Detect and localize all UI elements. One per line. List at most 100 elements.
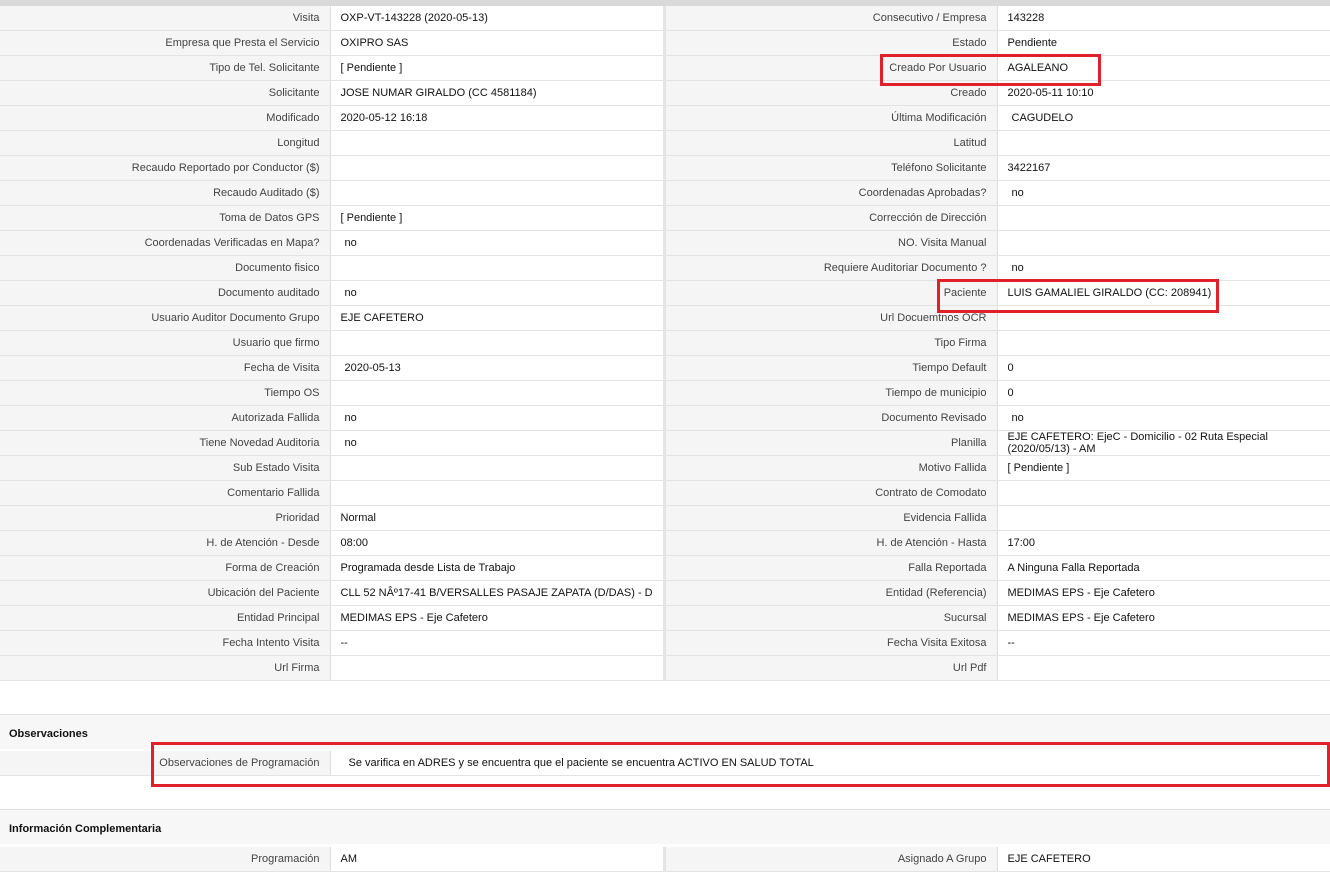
field-value bbox=[996, 480, 1330, 506]
field-value bbox=[329, 480, 663, 506]
field-label: Tiempo de municipio bbox=[666, 380, 997, 406]
field-label: Creado bbox=[666, 80, 997, 106]
field-label: Tiene Novedad Auditoria bbox=[0, 430, 330, 456]
field-value bbox=[329, 330, 663, 356]
field-value: AM bbox=[329, 847, 663, 872]
field-label: Solicitante bbox=[0, 80, 330, 106]
detail-row: H. de Atención - Desde 08:00 H. de Atenció… bbox=[0, 530, 1330, 556]
field-label: Recaudo Reportado por Conductor ($) bbox=[0, 155, 330, 181]
field-value: JOSE NUMAR GIRALDO (CC 4581184) bbox=[329, 80, 663, 106]
field-value: [ Pendiente ] bbox=[329, 205, 663, 231]
field-value bbox=[329, 130, 663, 156]
field-value bbox=[329, 155, 663, 181]
field-value: no bbox=[329, 230, 663, 256]
field-value: -- bbox=[329, 630, 663, 656]
detail-row: Comentario Fallida Contrato de Comodato bbox=[0, 480, 1330, 506]
field-label: H. de Atención - Desde bbox=[0, 530, 330, 556]
field-value: 143228 bbox=[996, 6, 1330, 31]
field-label: NO. Visita Manual bbox=[666, 230, 997, 256]
field-label: Fecha de Visita bbox=[0, 355, 330, 381]
detail-row: Forma de Creación Programada desde Lista … bbox=[0, 555, 1330, 581]
field-value: -- bbox=[996, 630, 1330, 656]
field-value: Pendiente bbox=[996, 30, 1330, 56]
observaciones-row: Observaciones de Programación Se varific… bbox=[0, 751, 1320, 776]
field-label: Recaudo Auditado ($) bbox=[0, 180, 330, 206]
field-value bbox=[329, 380, 663, 406]
field-label: Tipo Firma bbox=[666, 330, 997, 356]
field-value: CAGUDELO bbox=[996, 105, 1330, 131]
field-label: Sucursal bbox=[666, 605, 997, 631]
field-value: Programada desde Lista de Trabajo bbox=[329, 555, 663, 581]
field-label: Comentario Fallida bbox=[0, 480, 330, 506]
field-value: CLL 52 NÂº17-41 B/VERSALLES PASAJE ZAPAT… bbox=[329, 580, 663, 606]
field-value: LUIS GAMALIEL GIRALDO (CC: 208941) bbox=[996, 280, 1330, 306]
field-value: 08:00 bbox=[329, 530, 663, 556]
field-value bbox=[329, 180, 663, 206]
field-label: Url Docuemtnos OCR bbox=[666, 305, 997, 331]
field-value: OXP-VT-143228 (2020-05-13) bbox=[329, 6, 663, 31]
detail-row: Visita OXP-VT-143228 (2020-05-13) Consecut… bbox=[0, 6, 1330, 31]
observaciones-table: Observaciones de Programación Se varific… bbox=[0, 751, 1320, 776]
field-label: Coordenadas Aprobadas? bbox=[666, 180, 997, 206]
detail-row: Ubicación del Paciente CLL 52 NÂº17-41 B/… bbox=[0, 580, 1330, 606]
field-label: Visita bbox=[0, 6, 330, 31]
field-label: Entidad (Referencia) bbox=[666, 580, 997, 606]
detail-row: Fecha de Visita 2020-05-13 Tiempo Default 0 bbox=[0, 355, 1330, 381]
field-label: Corrección de Dirección bbox=[666, 205, 997, 231]
detail-row: Tiempo OS Tiempo de municipio 0 bbox=[0, 380, 1330, 406]
field-label: Ubicación del Paciente bbox=[0, 580, 330, 606]
field-value: 0 bbox=[996, 380, 1330, 406]
field-label: Latitud bbox=[666, 130, 997, 156]
field-label: Documento fisico bbox=[0, 255, 330, 281]
field-label: Coordenadas Verificadas en Mapa? bbox=[0, 230, 330, 256]
field-value: MEDIMAS EPS - Eje Cafetero bbox=[996, 580, 1330, 606]
detail-row: Toma de Datos GPS[ Pendiente ] Corrección… bbox=[0, 205, 1330, 231]
field-label: Modificado bbox=[0, 105, 330, 131]
field-label: Usuario Auditor Documento Grupo bbox=[0, 305, 330, 331]
observaciones-label: Observaciones de Programación bbox=[0, 751, 330, 776]
field-value bbox=[329, 255, 663, 281]
field-value bbox=[996, 205, 1330, 231]
detail-row: Recaudo Reportado por Conductor ($) Teléf… bbox=[0, 155, 1330, 181]
observaciones-value: Se varifica en ADRES y se encuentra que … bbox=[329, 751, 1320, 776]
detail-row: Programación AM Asignado A Grupo EJE CAFETE… bbox=[0, 847, 1330, 872]
detail-row: Recaudo Auditado ($) Coordenadas Aprobada… bbox=[0, 180, 1330, 206]
detail-row: Usuario Auditor Documento Grupo EJE CAFET… bbox=[0, 305, 1330, 331]
field-value: no bbox=[996, 255, 1330, 281]
field-label: Sub Estado Visita bbox=[0, 455, 330, 481]
field-label: Documento auditado bbox=[0, 280, 330, 306]
field-value: OXIPRO SAS bbox=[329, 30, 663, 56]
field-value: EJE CAFETERO: EjeC - Domicilio - 02 Ruta… bbox=[996, 430, 1330, 456]
field-value: 0 bbox=[996, 355, 1330, 381]
detail-row: Fecha Intento Visita -- Fecha Visita Exito… bbox=[0, 630, 1330, 656]
field-value: no bbox=[329, 430, 663, 456]
field-label: Falla Reportada bbox=[666, 555, 997, 581]
detail-row: Modificado 2020-05-12 16:18 Última Modific… bbox=[0, 105, 1330, 131]
detail-row: Sub Estado Visita Motivo Fallida[ Pendien… bbox=[0, 455, 1330, 481]
field-label: Consecutivo / Empresa bbox=[666, 6, 997, 31]
field-value: no bbox=[996, 405, 1330, 431]
detail-row: Tiene Novedad Auditoria no Planilla EJE CAF… bbox=[0, 430, 1330, 456]
field-value: Normal bbox=[329, 505, 663, 531]
field-label: Prioridad bbox=[0, 505, 330, 531]
field-value: 2020-05-11 10:10 bbox=[996, 80, 1330, 106]
field-value: EJE CAFETERO bbox=[329, 305, 663, 331]
field-label: Creado Por Usuario bbox=[666, 55, 997, 81]
observaciones-title: Observaciones bbox=[9, 728, 88, 740]
field-label: Evidencia Fallida bbox=[666, 505, 997, 531]
field-value: 17:00 bbox=[996, 530, 1330, 556]
field-label: Paciente bbox=[666, 280, 997, 306]
field-value: EJE CAFETERO bbox=[996, 847, 1330, 872]
detail-row: Solicitante JOSE NUMAR GIRALDO (CC 458118… bbox=[0, 80, 1330, 106]
field-value bbox=[996, 305, 1330, 331]
detail-row: Autorizada Fallida no Documento Revisado no bbox=[0, 405, 1330, 431]
detail-row: Longitud Latitud bbox=[0, 130, 1330, 156]
field-value bbox=[996, 230, 1330, 256]
observaciones-section: Observaciones bbox=[0, 714, 1330, 749]
field-label: Programación bbox=[0, 847, 330, 872]
detail-row: Entidad Principal MEDIMAS EPS - Eje Cafet… bbox=[0, 605, 1330, 631]
detail-row: Documento auditado no Paciente LUIS GAMALIE… bbox=[0, 280, 1330, 306]
field-label: Tiempo Default bbox=[666, 355, 997, 381]
field-value: no bbox=[329, 405, 663, 431]
field-label: Motivo Fallida bbox=[666, 455, 997, 481]
